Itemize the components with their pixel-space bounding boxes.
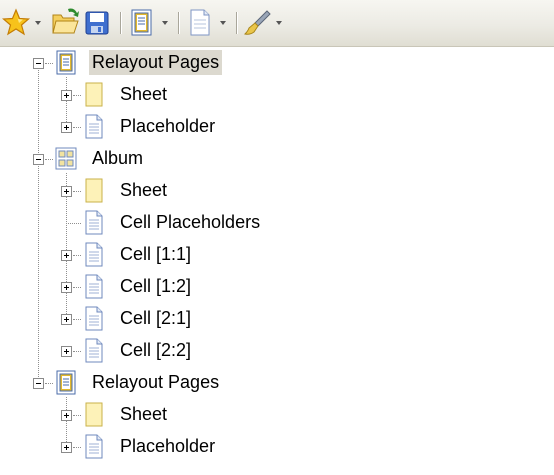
open-folder-icon[interactable]: [50, 0, 80, 46]
tree-node-placeholder[interactable]: Placeholder: [0, 111, 554, 143]
pages-icon: [56, 370, 76, 395]
tree-branch-line: [45, 63, 53, 64]
tree-node-album[interactable]: Album: [0, 143, 554, 175]
tree-node-label: Cell [1:2]: [120, 276, 192, 296]
tree-node-cell-1-2[interactable]: Cell [1:2]: [0, 271, 554, 303]
tree-branch-line: [73, 351, 81, 352]
tree-node-label: Sheet: [120, 84, 168, 104]
expand-toggle-icon[interactable]: [61, 314, 72, 325]
expand-toggle-icon[interactable]: [61, 186, 72, 197]
tree-node-label: Relayout Pages: [92, 372, 220, 392]
tree-node-sheet[interactable]: Sheet: [0, 79, 554, 111]
tree-branch-line: [73, 95, 81, 96]
tree-branch-line: [73, 319, 81, 320]
tree-node-label: Placeholder: [120, 436, 216, 456]
tree-node-label: Cell [2:2]: [120, 340, 192, 360]
tree-node-label: Sheet: [120, 404, 168, 424]
tree-branch-line: [73, 287, 81, 288]
tree-node-cell-2-2[interactable]: Cell [2:2]: [0, 335, 554, 367]
expand-toggle-icon[interactable]: [61, 410, 72, 421]
toolbar-separator: [236, 12, 238, 34]
document-icon: [85, 114, 103, 139]
save-disk-icon[interactable]: [82, 0, 112, 46]
collapse-toggle-icon[interactable]: [33, 378, 44, 389]
document-icon: [85, 306, 103, 331]
tree-node-sheet[interactable]: Sheet: [0, 175, 554, 207]
tree-branch-line: [73, 415, 81, 416]
tree-branch-line: [45, 383, 53, 384]
tree-node-label: Cell [2:1]: [120, 308, 192, 328]
tree-node-relayout-pages[interactable]: Relayout Pages: [0, 367, 554, 399]
brush-dropdown-arrow-icon[interactable]: [274, 0, 284, 46]
tree-node-label: Placeholder: [120, 116, 216, 136]
favorites-star-icon[interactable]: [2, 0, 32, 46]
tree-node-label: Album: [92, 148, 144, 168]
expand-toggle-icon[interactable]: [61, 282, 72, 293]
document-icon: [85, 242, 103, 267]
expand-toggle-icon[interactable]: [61, 122, 72, 133]
collapse-toggle-icon[interactable]: [33, 58, 44, 69]
toolbar-separator: [178, 12, 180, 34]
sheet-icon: [85, 402, 103, 427]
tree-view: Relayout Pages Sheet Placeholder Album S…: [0, 47, 554, 475]
tree-branch-line: [73, 447, 81, 448]
tree-branch-line: [73, 255, 81, 256]
document-icon: [85, 210, 103, 235]
sheet-icon: [85, 178, 103, 203]
brush-icon[interactable]: [242, 0, 272, 46]
document-icon: [85, 274, 103, 299]
blank-page-icon[interactable]: [185, 0, 215, 46]
album-grid-icon: [55, 147, 77, 170]
blank-page-dropdown-arrow-icon[interactable]: [218, 0, 228, 46]
sheet-icon: [85, 82, 103, 107]
favorites-dropdown-arrow-icon[interactable]: [33, 0, 43, 46]
tree-branch-line: [66, 223, 81, 224]
tree-branch-line: [73, 127, 81, 128]
page-layout-dropdown-arrow-icon[interactable]: [160, 0, 170, 46]
tree-branch-line: [45, 159, 53, 160]
tree-node-label: Cell [1:1]: [120, 244, 192, 264]
page-layout-icon[interactable]: [127, 0, 157, 46]
tree-node-label: Sheet: [120, 180, 168, 200]
tree-node-sheet[interactable]: Sheet: [0, 399, 554, 431]
tree-node-cell-1-1[interactable]: Cell [1:1]: [0, 239, 554, 271]
document-icon: [85, 338, 103, 363]
pages-icon: [56, 50, 76, 75]
tree-node-cell-2-1[interactable]: Cell [2:1]: [0, 303, 554, 335]
expand-toggle-icon[interactable]: [61, 250, 72, 261]
tree-node-label: Cell Placeholders: [120, 212, 261, 232]
toolbar-separator: [120, 12, 122, 34]
tree-node-relayout-pages[interactable]: Relayout Pages: [0, 47, 554, 79]
document-icon: [85, 434, 103, 459]
tree-node-cell-placeholders[interactable]: Cell Placeholders: [0, 207, 554, 239]
tree-node-label: Relayout Pages: [89, 50, 223, 75]
tree-branch-line: [73, 191, 81, 192]
expand-toggle-icon[interactable]: [61, 442, 72, 453]
expand-toggle-icon[interactable]: [61, 346, 72, 357]
expand-toggle-icon[interactable]: [61, 90, 72, 101]
toolbar: [0, 0, 554, 47]
collapse-toggle-icon[interactable]: [33, 154, 44, 165]
tree-node-placeholder[interactable]: Placeholder: [0, 431, 554, 463]
